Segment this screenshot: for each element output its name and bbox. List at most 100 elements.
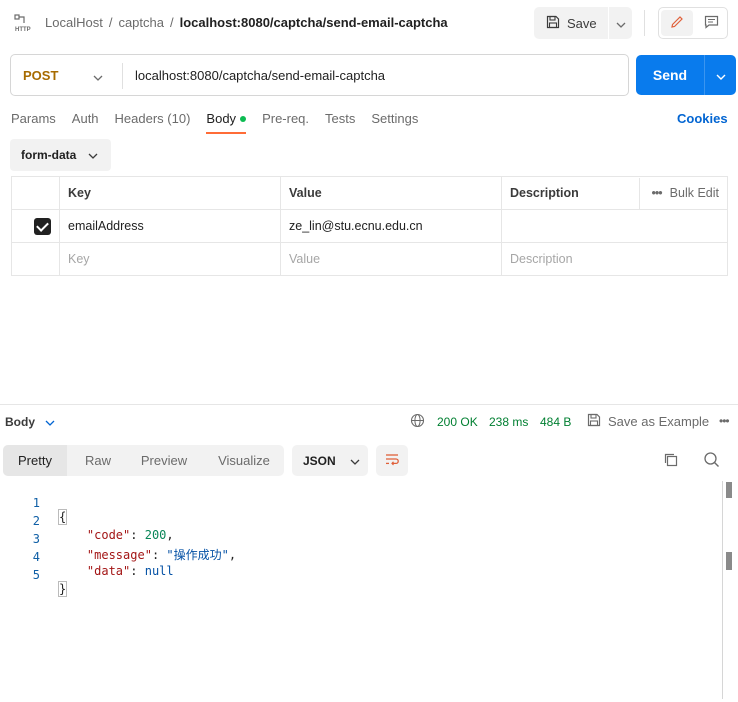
response-time[interactable]: 238 ms <box>489 415 528 429</box>
tab-auth[interactable]: Auth <box>72 111 99 135</box>
wrap-lines-button[interactable] <box>376 445 408 476</box>
format-select[interactable]: JSON <box>292 445 368 476</box>
breadcrumb: LocalHost / captcha / localhost:8080/captcha… <box>45 15 448 30</box>
scrollbar-thumb[interactable] <box>726 552 732 570</box>
row-description[interactable] <box>501 209 728 243</box>
bulk-edit-button[interactable]: Bulk Edit <box>670 186 719 200</box>
tab-params[interactable]: Params <box>11 111 56 135</box>
save-as-example-label: Save as Example <box>608 414 710 429</box>
status-code[interactable]: 200 OK <box>437 415 478 429</box>
code-scrollbar-track <box>722 481 723 699</box>
chevron-down-icon <box>350 454 360 468</box>
code-line: 2 "code": 200, <box>0 500 724 542</box>
divider <box>644 10 645 36</box>
http-request-icon: HTTP <box>14 14 34 33</box>
chevron-down-icon <box>616 16 626 31</box>
chevron-down-icon <box>716 68 726 83</box>
header: HTTP LocalHost / captcha / localhost:8080/ca… <box>0 0 738 46</box>
body-indicator-dot <box>240 116 247 122</box>
pencil-icon <box>670 15 684 32</box>
url-bar: POST localhost:8080/captcha/send-email-c… <box>10 54 629 96</box>
row-key[interactable]: emailAddress <box>59 209 281 243</box>
response-body-select[interactable]: Body <box>5 415 55 429</box>
save-label: Save <box>567 15 597 31</box>
cookies-link[interactable]: Cookies <box>677 111 728 126</box>
tab-tests[interactable]: Tests <box>325 111 355 135</box>
new-key-input[interactable]: Key <box>59 242 281 276</box>
row-checkbox-cell <box>11 209 60 243</box>
save-options-button[interactable] <box>609 7 632 39</box>
table-header-row: Key Value Description ••• Bulk Edit <box>11 176 728 210</box>
chevron-down-icon <box>88 148 98 162</box>
comments-button[interactable] <box>695 10 727 36</box>
tab-visualize[interactable]: Visualize <box>207 445 281 476</box>
tab-body[interactable]: Body <box>206 111 247 135</box>
breadcrumb-separator: / <box>169 15 174 30</box>
new-value-input[interactable]: Value <box>280 242 502 276</box>
row-checkbox-cell <box>11 242 60 276</box>
row-value[interactable]: ze_lin@stu.ecnu.edu.cn <box>280 209 502 243</box>
table-row-empty: Key Value Description <box>11 242 728 276</box>
send-options-button[interactable] <box>705 55 736 95</box>
tab-body-label: Body <box>206 111 237 126</box>
bulk-edit-controls: ••• Bulk Edit <box>638 177 719 209</box>
edit-mode-button[interactable] <box>661 10 693 36</box>
body-type-label: form-data <box>21 148 77 162</box>
more-icon[interactable]: ••• <box>652 186 663 200</box>
more-options-icon[interactable]: ••• <box>719 414 730 428</box>
wrap-lines-icon <box>384 452 400 469</box>
response-code-viewer[interactable]: 1 { 2 "code": 200, 3 "message": "操作成功", … <box>0 481 724 702</box>
code-line: 4 "data": null <box>0 536 724 578</box>
code-line: 1 { <box>0 482 724 525</box>
comment-icon <box>704 15 719 32</box>
divider <box>122 63 123 89</box>
save-as-example-button[interactable]: Save as Example <box>587 413 709 430</box>
code-text: } <box>58 581 68 597</box>
svg-text:HTTP: HTTP <box>15 27 31 32</box>
body-type-select[interactable]: form-data <box>10 139 111 171</box>
globe-icon[interactable] <box>410 413 425 431</box>
save-icon <box>546 15 560 32</box>
search-icon[interactable] <box>703 451 720 471</box>
request-tabs: Params Auth Headers (10) Body Pre-req. T… <box>11 111 434 135</box>
save-button[interactable]: Save <box>534 7 608 39</box>
breadcrumb-folder[interactable]: captcha <box>118 15 164 30</box>
view-mode-toggle <box>658 7 728 39</box>
tab-pretty[interactable]: Pretty <box>3 445 67 476</box>
new-description-input[interactable]: Description <box>501 242 728 276</box>
table-header-description: Description ••• Bulk Edit <box>501 176 728 210</box>
scrollbar-marker[interactable] <box>726 482 732 498</box>
code-line: 3 "message": "操作成功", <box>0 518 724 562</box>
breadcrumb-separator: / <box>108 15 113 30</box>
breadcrumb-workspace[interactable]: LocalHost <box>45 15 103 30</box>
table-header-check <box>11 176 60 210</box>
description-header-label: Description <box>510 186 579 200</box>
tab-preview[interactable]: Preview <box>131 445 197 476</box>
tab-settings[interactable]: Settings <box>371 111 418 135</box>
table-header-key: Key <box>59 176 281 210</box>
divider <box>638 177 640 209</box>
table-header-value: Value <box>280 176 502 210</box>
response-view-tabs: Pretty Raw Preview Visualize <box>3 445 284 476</box>
tab-prereq[interactable]: Pre-req. <box>262 111 309 135</box>
tab-raw[interactable]: Raw <box>73 445 123 476</box>
chevron-down-icon[interactable] <box>93 69 103 84</box>
code-line: 5 } <box>0 554 724 597</box>
send-button-group: Send <box>636 55 736 95</box>
response-title: Body <box>5 415 35 429</box>
save-icon <box>587 413 601 430</box>
response-size[interactable]: 484 B <box>540 415 571 429</box>
send-button[interactable]: Send <box>636 55 704 95</box>
url-input[interactable]: localhost:8080/captcha/send-email-captch… <box>135 68 385 83</box>
method-select[interactable]: POST <box>23 68 58 83</box>
tab-headers[interactable]: Headers (10) <box>115 111 191 135</box>
copy-icon[interactable] <box>663 452 679 471</box>
row-checkbox[interactable] <box>34 217 51 235</box>
format-label: JSON <box>303 453 336 468</box>
response-header: Body 200 OK 238 ms 484 B Save as Example… <box>0 405 738 437</box>
request-name[interactable]: localhost:8080/captcha/send-email-captch… <box>180 15 448 30</box>
chevron-down-icon <box>45 415 55 429</box>
line-number: 5 <box>32 568 40 582</box>
save-button-group: Save <box>534 7 632 39</box>
close-brace: } <box>58 581 68 597</box>
